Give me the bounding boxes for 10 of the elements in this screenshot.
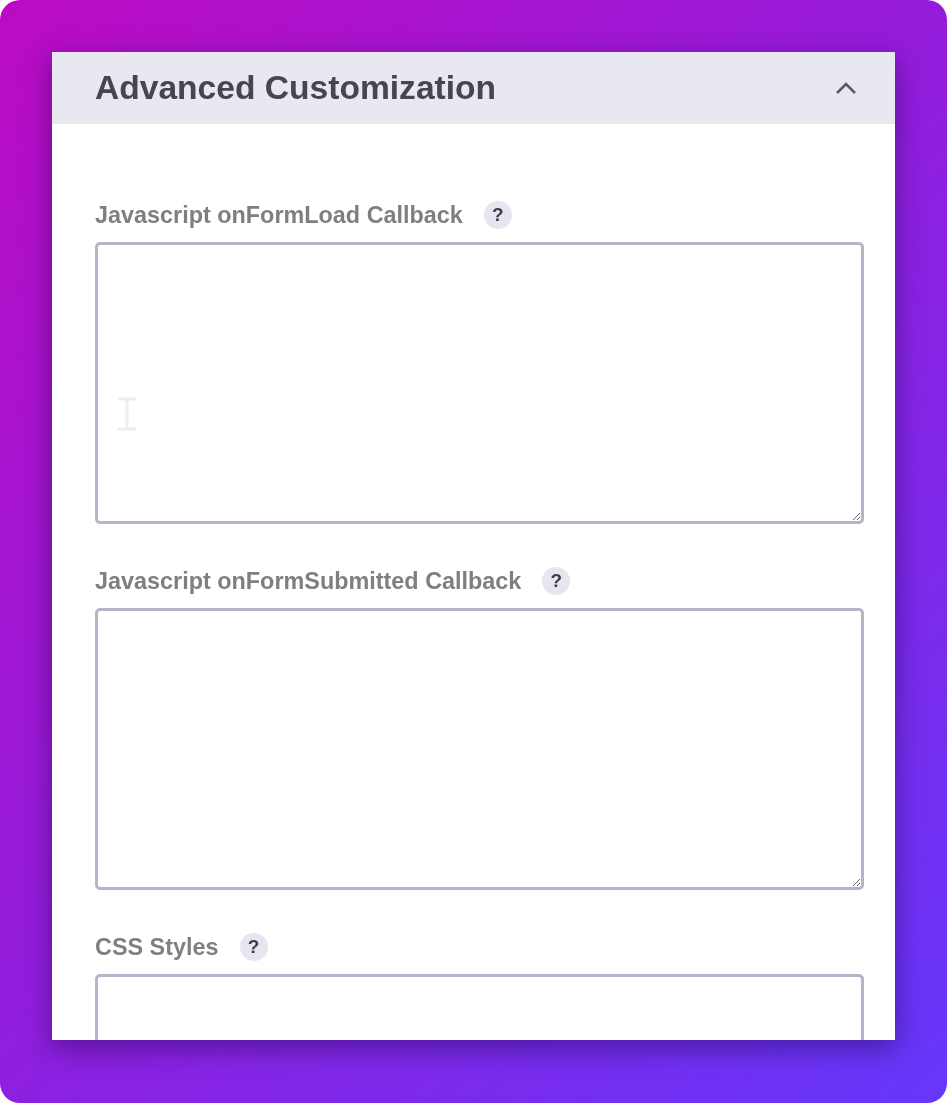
field-label: CSS Styles <box>95 933 219 961</box>
help-button[interactable]: ? <box>239 933 268 961</box>
help-button[interactable]: ? <box>542 567 571 595</box>
panel-title: Advanced Customization <box>95 69 497 107</box>
chevron-up-icon[interactable] <box>835 81 857 95</box>
textarea-field[interactable] <box>95 608 864 890</box>
textarea-field[interactable] <box>95 242 864 524</box>
help-button[interactable]: ? <box>483 201 512 229</box>
field-label: Javascript onFormLoad Callback <box>95 201 463 229</box>
field-label: Javascript onFormSubmitted Callback <box>95 567 522 595</box>
